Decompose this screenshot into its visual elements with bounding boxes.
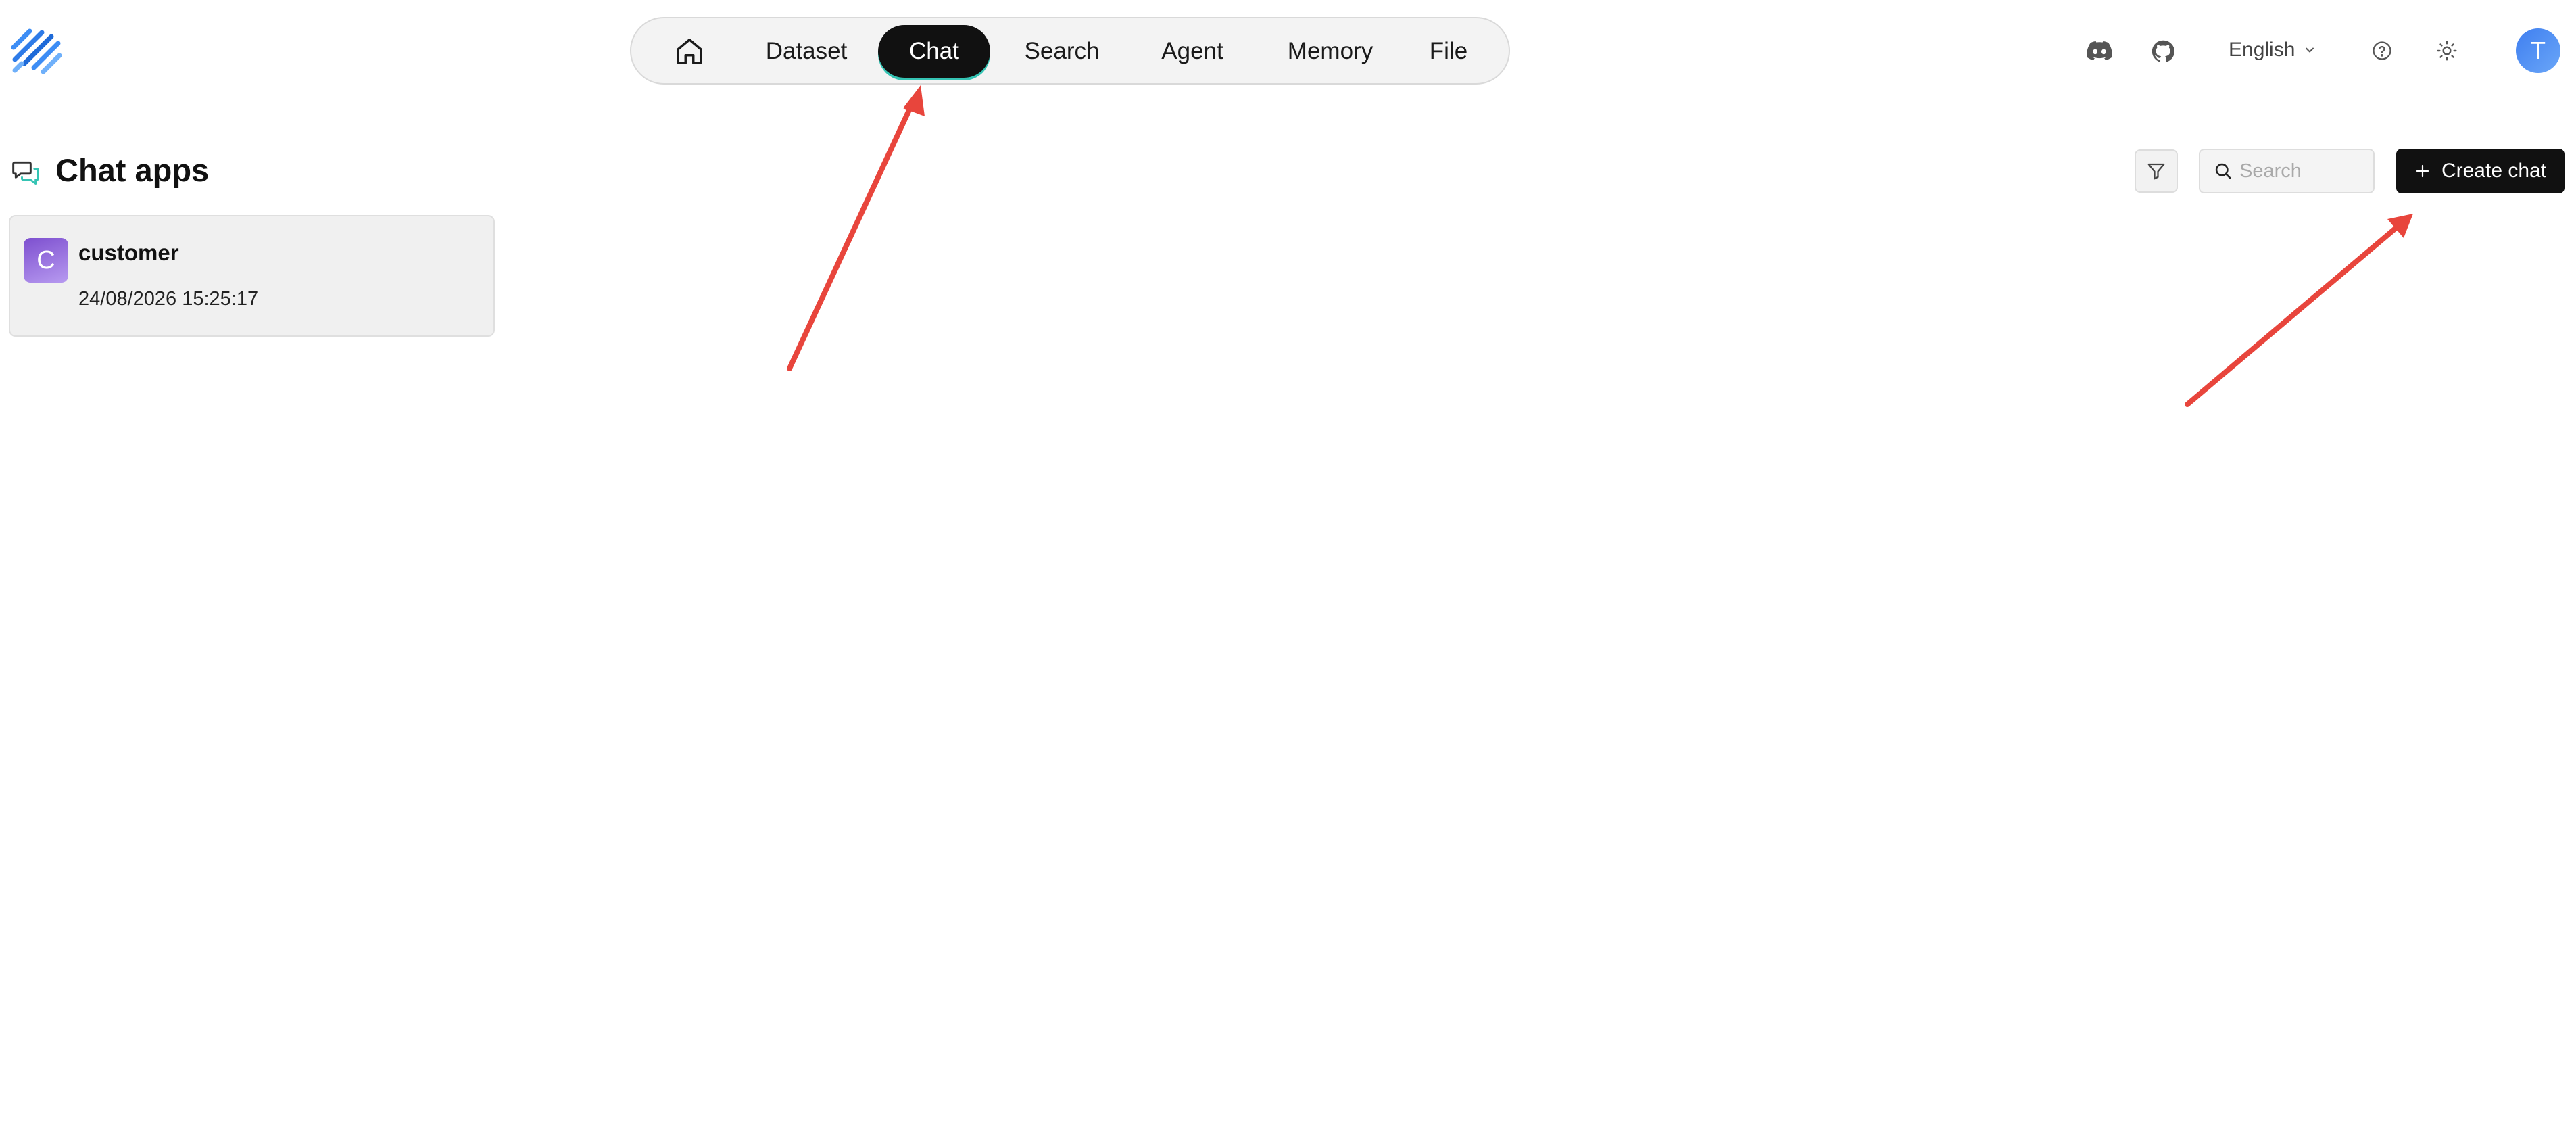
- help-circle-icon: [2373, 41, 2391, 60]
- nav-chat[interactable]: Chat: [878, 25, 990, 78]
- ragflow-logo-icon[interactable]: [9, 24, 64, 78]
- sun-icon: [2437, 41, 2457, 61]
- search-input[interactable]: [2239, 160, 2361, 183]
- chat-app-avatar: C: [24, 238, 68, 283]
- theme-toggle[interactable]: [2433, 37, 2460, 64]
- discord-icon: [2087, 41, 2112, 61]
- annotation-arrows: [787, 85, 2413, 407]
- home-icon: [677, 39, 702, 64]
- chat-app-card[interactable]: C customer 24/08/2026 15:25:17: [9, 215, 495, 337]
- plus-icon: [2416, 164, 2429, 178]
- create-chat-label: Create chat: [2441, 160, 2547, 182]
- filter-icon: [2147, 163, 2165, 180]
- nav-home[interactable]: [662, 25, 716, 78]
- discord-button[interactable]: [2083, 37, 2116, 64]
- nav-search[interactable]: Search: [1008, 25, 1116, 78]
- help-button[interactable]: [2368, 37, 2396, 64]
- filter-button[interactable]: [2135, 149, 2178, 193]
- search-field: [2199, 149, 2375, 193]
- page-title: Chat apps: [55, 152, 210, 188]
- chat-app-name: customer: [78, 240, 179, 265]
- search-icon: [2215, 163, 2231, 179]
- annotation-arrow-chat: [787, 85, 925, 371]
- chevron-down-icon: [2306, 47, 2314, 53]
- annotation-arrow-create: [2185, 214, 2413, 407]
- nav-dataset[interactable]: Dataset: [756, 25, 857, 78]
- top-nav: Dataset Chat Search Agent Memory File: [630, 17, 1510, 85]
- nav-file[interactable]: File: [1412, 25, 1485, 78]
- language-label: English: [2229, 39, 2295, 61]
- github-button[interactable]: [2148, 37, 2178, 66]
- user-avatar[interactable]: T: [2516, 28, 2560, 73]
- create-chat-button[interactable]: Create chat: [2396, 149, 2565, 193]
- nav-memory[interactable]: Memory: [1267, 25, 1394, 78]
- chat-bubbles-icon: [12, 161, 39, 185]
- page: Dataset Chat Search Agent Memory File En…: [0, 0, 2576, 1136]
- nav-agent[interactable]: Agent: [1142, 25, 1242, 78]
- language-select[interactable]: English: [2229, 35, 2316, 65]
- chat-app-date: 24/08/2026 15:25:17: [78, 288, 259, 310]
- github-icon: [2152, 40, 2174, 62]
